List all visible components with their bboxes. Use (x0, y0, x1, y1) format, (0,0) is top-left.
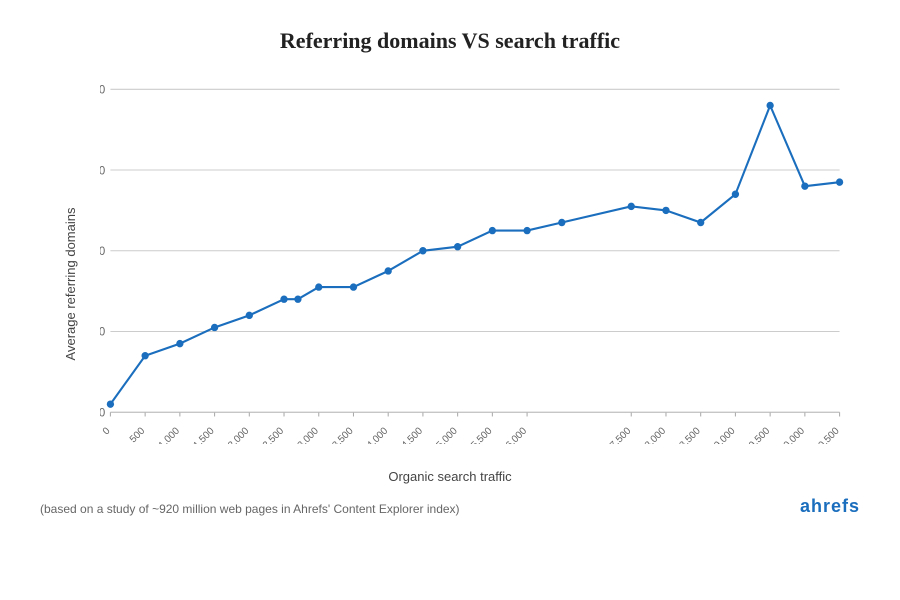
svg-text:8,000: 8,000 (643, 425, 669, 444)
svg-text:6,000: 6,000 (504, 425, 530, 444)
svg-text:1,500: 1,500 (191, 425, 217, 444)
svg-text:9,500: 9,500 (747, 425, 773, 444)
svg-text:9,000: 9,000 (712, 425, 738, 444)
chart-inner: 0 20 40 60 80 0 500 1,000 1,500 2,000 2,500 3,000 3,… (100, 84, 850, 444)
svg-text:3,000: 3,000 (296, 425, 322, 444)
brand-logo: ahrefs (800, 496, 860, 517)
svg-text:5,500: 5,500 (469, 425, 495, 444)
main-container: Referring domains VS search traffic Aver… (0, 0, 900, 600)
svg-text:8,500: 8,500 (678, 425, 704, 444)
chart-svg: 0 20 40 60 80 0 500 1,000 1,500 2,000 2,500 3,000 3,… (100, 84, 850, 444)
chart-area: Average referring domains 0 20 40 60 80 0 500 1… (40, 74, 860, 494)
svg-text:0: 0 (101, 425, 113, 437)
svg-text:10,000: 10,000 (778, 425, 807, 444)
footer-row: (based on a study of ~920 million web pa… (40, 496, 860, 517)
svg-text:40: 40 (100, 246, 105, 258)
svg-text:60: 60 (100, 165, 105, 177)
chart-title: Referring domains VS search traffic (280, 28, 620, 54)
svg-text:2,500: 2,500 (261, 425, 287, 444)
svg-text:10,500: 10,500 (813, 425, 842, 444)
svg-text:1,000: 1,000 (157, 425, 183, 444)
footnote: (based on a study of ~920 million web pa… (40, 502, 460, 516)
svg-text:5,000: 5,000 (435, 425, 461, 444)
svg-text:7,500: 7,500 (608, 425, 634, 444)
svg-text:4,000: 4,000 (365, 425, 391, 444)
svg-text:0: 0 (100, 407, 105, 419)
y-axis-label: Average referring domains (63, 208, 78, 361)
svg-text:3,500: 3,500 (330, 425, 356, 444)
svg-text:500: 500 (128, 425, 148, 444)
svg-text:2,000: 2,000 (226, 425, 252, 444)
svg-text:20: 20 (100, 327, 105, 339)
svg-text:4,500: 4,500 (400, 425, 426, 444)
x-axis-label: Organic search traffic (40, 469, 860, 484)
svg-text:80: 80 (100, 84, 105, 96)
